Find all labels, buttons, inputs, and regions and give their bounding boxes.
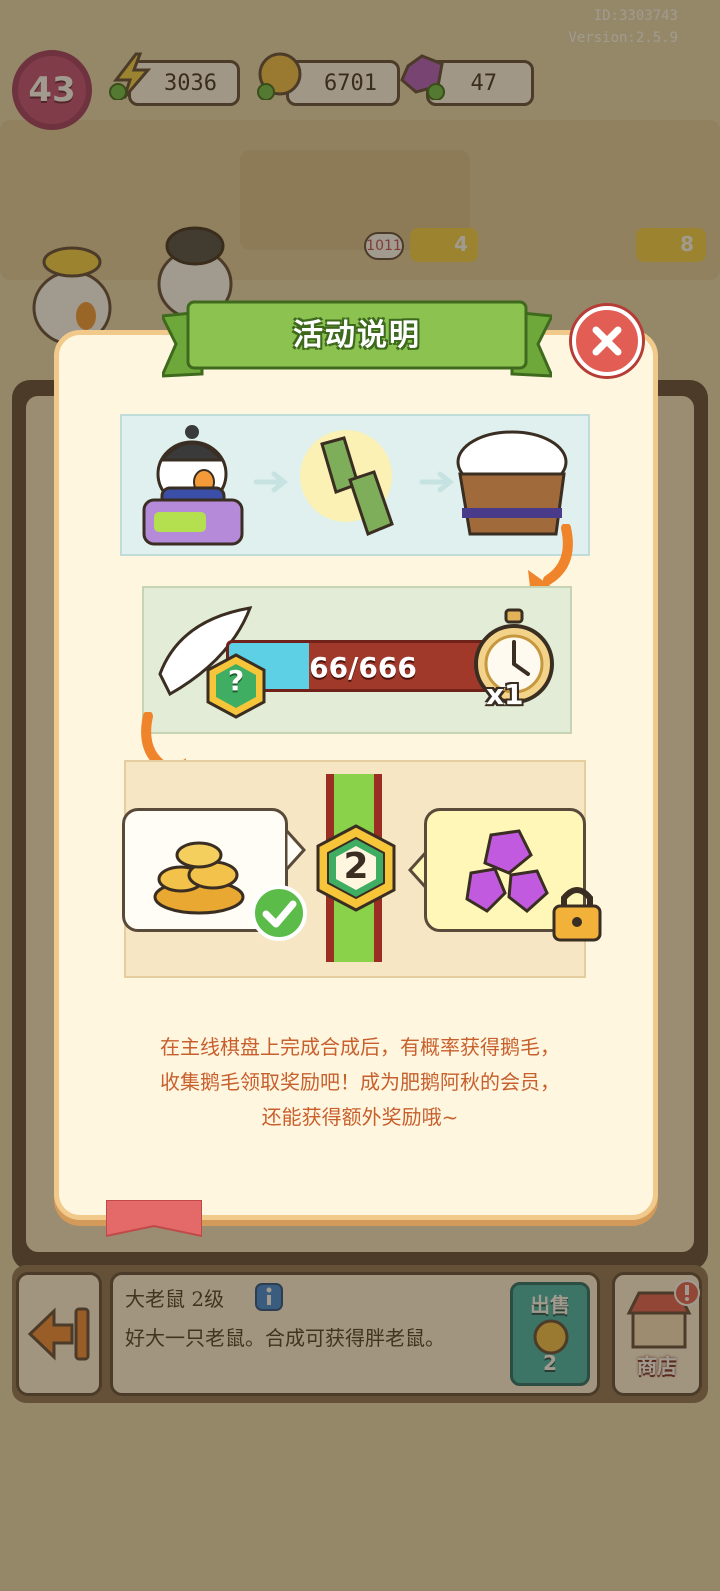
card-pointer-right-icon bbox=[286, 830, 306, 870]
purple-gem-icon bbox=[465, 829, 549, 913]
speed-multiplier: x1 bbox=[486, 678, 524, 711]
reward-level-number: 2 bbox=[343, 846, 369, 887]
close-button[interactable] bbox=[572, 306, 642, 376]
lock-icon bbox=[552, 887, 602, 942]
check-icon bbox=[251, 885, 307, 941]
winter-goose-member-icon bbox=[142, 425, 244, 546]
arrow-right-icon bbox=[253, 471, 289, 493]
instruction-line: 在主线棋盘上完成合成后，有概率获得鹅毛， bbox=[160, 1035, 560, 1059]
bookmark-ribbon bbox=[106, 1200, 202, 1238]
mystery-badge-text: ? bbox=[227, 664, 245, 697]
dialog-title: 活动说明 bbox=[293, 318, 421, 353]
close-icon bbox=[592, 326, 622, 356]
gloves-icon bbox=[300, 430, 394, 537]
coin-pile-icon bbox=[153, 841, 245, 915]
event-instructions: 在主线棋盘上完成合成后，有概率获得鹅毛， 收集鹅毛领取奖励吧！成为肥鹅阿秋的会员… bbox=[80, 1030, 640, 1135]
instruction-line: 收集鹅毛领取奖励吧！成为肥鹅阿秋的会员， bbox=[160, 1070, 560, 1094]
instruction-line: 还能获得额外奖励哦~ bbox=[261, 1105, 459, 1129]
feather-progress-text: 66/666 bbox=[309, 651, 417, 684]
